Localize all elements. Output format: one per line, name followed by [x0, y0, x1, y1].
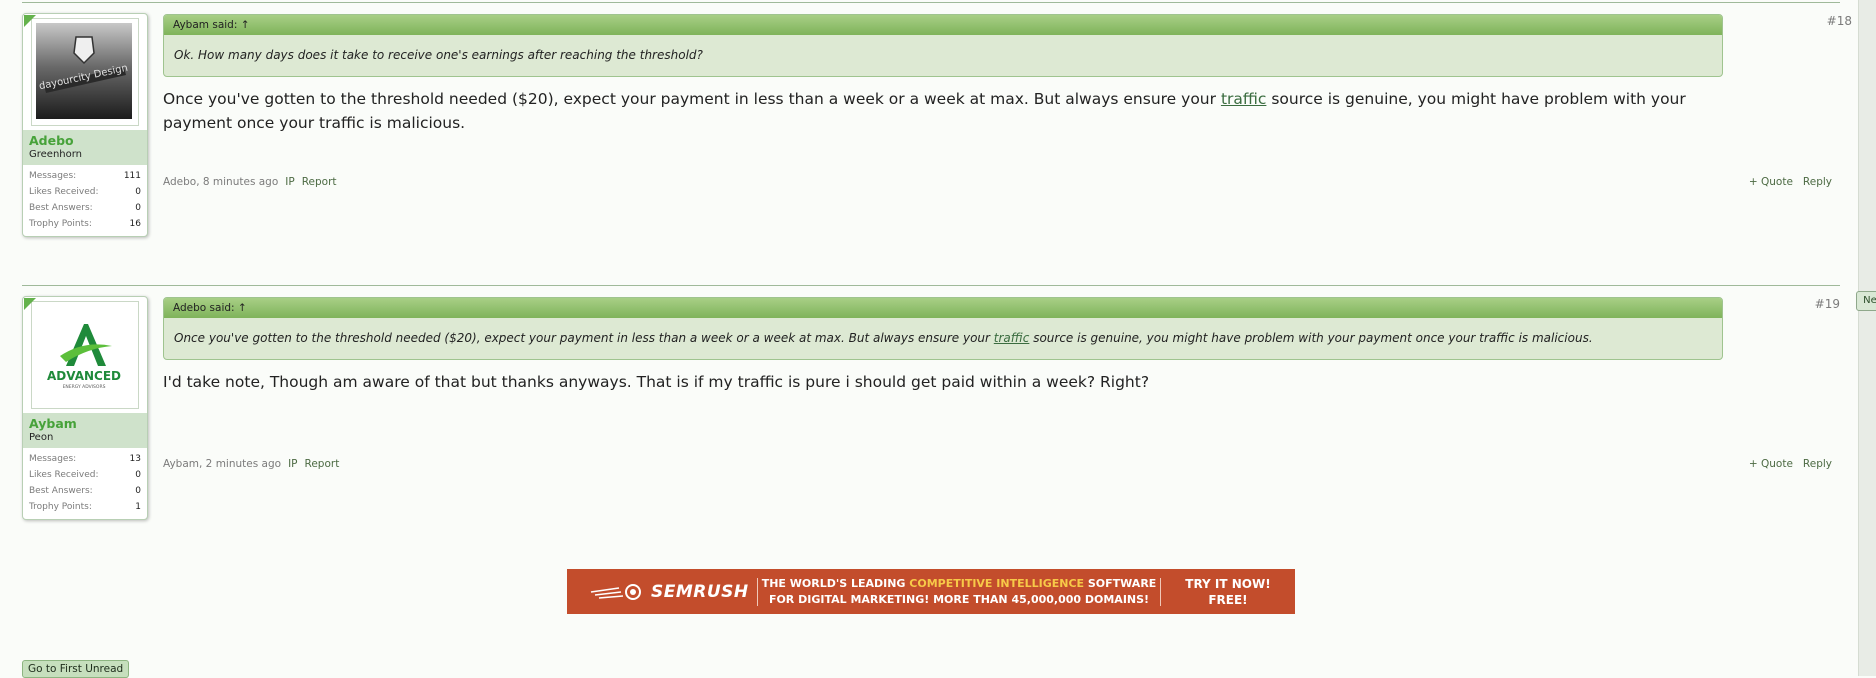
user-title: Greenhorn	[29, 149, 83, 160]
report-link[interactable]: Report	[302, 176, 337, 188]
user-stats: Messages: 13 Likes Received: 0 Best Answer…	[23, 448, 147, 519]
semrush-fireball-icon	[590, 583, 641, 600]
avatar[interactable]: dayourcity Design	[24, 15, 139, 126]
ip-link[interactable]: IP	[288, 458, 297, 470]
post-number[interactable]: #19	[1815, 297, 1840, 311]
user-title: Peon	[29, 432, 54, 443]
quote-button[interactable]: + Quote	[1749, 176, 1793, 188]
quote-text: Once you've gotten to the threshold need…	[174, 331, 1593, 345]
user-stats: Messages: 111 Likes Received: 0 Best Answe…	[23, 165, 147, 236]
quote-header[interactable]: Adebo said: ↑	[164, 298, 1722, 318]
message-text: Once you've gotten to the threshold need…	[163, 90, 1686, 132]
avatar[interactable]: ADVANCED ENERGY ADVISORS	[24, 298, 139, 409]
reply-button[interactable]: Reply	[1803, 176, 1832, 188]
post-meta: Adebo, 8 minutes ago IP Report	[163, 176, 337, 188]
post-18: dayourcity Design Adebo Greenhorn Messag…	[22, 2, 1852, 252]
post-actions: + Quote Reply	[1739, 176, 1832, 188]
stat-messages: Messages: 13	[29, 454, 141, 464]
username[interactable]: Adebo	[29, 133, 141, 148]
quote-header[interactable]: Aybam said: ↑	[164, 15, 1722, 35]
post-author-date[interactable]: Aybam, 2 minutes ago	[163, 458, 281, 470]
new-badge: New	[1856, 291, 1876, 311]
avatar-adebo-image: dayourcity Design	[36, 23, 132, 119]
stat-likes: Likes Received: 0	[29, 470, 141, 480]
quote-block: Adebo said: ↑ Once you've gotten to the …	[163, 297, 1723, 360]
post-19: ADVANCED ENERGY ADVISORS Aybam Peon Mess…	[22, 285, 1876, 545]
post-author-date[interactable]: Adebo, 8 minutes ago	[163, 176, 278, 188]
stat-best-answers: Best Answers: 0	[29, 203, 141, 213]
go-to-first-unread-button[interactable]: Go to First Unread	[22, 660, 130, 678]
semrush-logo: SEMRUSH	[567, 582, 757, 602]
reply-button[interactable]: Reply	[1803, 458, 1832, 470]
ad-cta[interactable]: TRY IT NOW! FREE!	[1161, 576, 1295, 608]
ip-link[interactable]: IP	[285, 176, 294, 188]
stat-likes: Likes Received: 0	[29, 187, 141, 197]
semrush-brand: SEMRUSH	[651, 581, 749, 602]
stat-best-answers: Best Answers: 0	[29, 486, 141, 496]
online-indicator	[24, 15, 36, 27]
user-info-adebo: dayourcity Design Adebo Greenhorn Messag…	[22, 13, 148, 237]
quote-text: Ok. How many days does it take to receiv…	[174, 48, 703, 62]
page-scroll-edge	[1858, 0, 1876, 676]
stat-messages: Messages: 111	[29, 171, 141, 181]
advanced-logo-text: ADVANCED	[47, 369, 121, 383]
report-link[interactable]: Report	[305, 458, 340, 470]
username[interactable]: Aybam	[29, 416, 141, 431]
semrush-ad-banner[interactable]: SEMRUSH THE WORLD'S LEADING COMPETITIVE …	[567, 569, 1295, 614]
avatar-aybam-image: ADVANCED ENERGY ADVISORS	[36, 306, 132, 402]
post-actions: + Quote Reply	[1739, 458, 1832, 470]
quote-button[interactable]: + Quote	[1749, 458, 1793, 470]
stat-trophy-points: Trophy Points: 16	[29, 219, 141, 229]
post-number[interactable]: #18	[1827, 14, 1852, 28]
post-content: Aybam said: ↑ Ok. How many days does it …	[163, 14, 1723, 135]
online-indicator	[24, 298, 36, 310]
traffic-link[interactable]: traffic	[1221, 90, 1266, 108]
user-info-aybam: ADVANCED ENERGY ADVISORS Aybam Peon Mess…	[22, 296, 148, 520]
energy-advisors-text: ENERGY ADVISORS	[63, 384, 106, 390]
message-text: I'd take note, Though am aware of that b…	[163, 373, 1150, 391]
traffic-link[interactable]: traffic	[994, 331, 1030, 345]
post-meta: Aybam, 2 minutes ago IP Report	[163, 458, 339, 470]
ad-headline: THE WORLD'S LEADING COMPETITIVE INTELLIG…	[761, 576, 1157, 606]
post-content: Adebo said: ↑ Once you've gotten to the …	[163, 297, 1723, 394]
stat-trophy-points: Trophy Points: 1	[29, 502, 141, 512]
quote-block: Aybam said: ↑ Ok. How many days does it …	[163, 14, 1723, 77]
